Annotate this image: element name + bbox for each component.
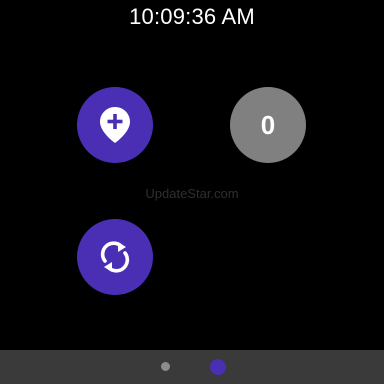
sync-button[interactable] bbox=[77, 219, 153, 295]
page-indicator-bar bbox=[0, 350, 384, 384]
counter-button[interactable]: 0 bbox=[230, 87, 306, 163]
add-location-button[interactable] bbox=[77, 87, 153, 163]
counter-value: 0 bbox=[260, 109, 276, 140]
add-location-icon bbox=[100, 107, 130, 143]
sync-icon bbox=[100, 241, 130, 273]
watermark: UpdateStar.com bbox=[145, 186, 239, 201]
page-dot-2-active[interactable] bbox=[210, 359, 226, 375]
page-dot-1[interactable] bbox=[161, 362, 170, 371]
clock-time: 10:09:36 AM bbox=[129, 4, 255, 29]
